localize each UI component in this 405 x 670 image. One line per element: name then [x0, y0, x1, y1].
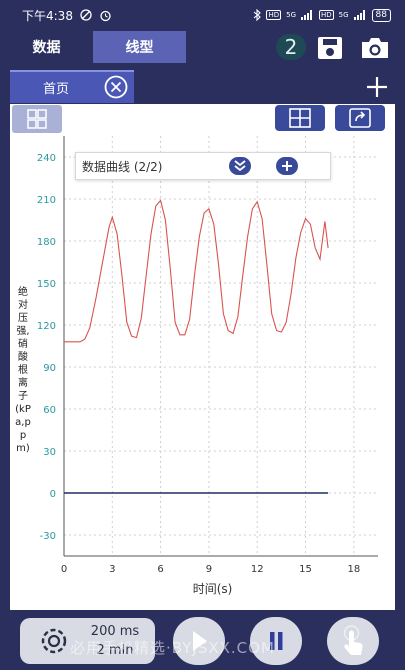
- grid-icon: [27, 109, 47, 129]
- y-tick-label: 30: [43, 447, 56, 458]
- tap-hand-icon: [343, 625, 363, 655]
- x-axis-label: 时间(s): [192, 582, 233, 596]
- y-axis-label: 绝对压强,硝酸根离子(kPa,ppm): [15, 287, 31, 454]
- bluetooth-icon: [254, 9, 262, 21]
- x-tick-label: 18: [347, 564, 360, 575]
- x-tick-label: 0: [61, 564, 67, 575]
- signal-icon: [301, 10, 312, 20]
- y-tick-label: 150: [37, 279, 56, 290]
- chart-panel: -30 0 30 60 90 120 150 180 210 240 0 3 6 9 12 15 18 绝对压强…: [10, 104, 395, 610]
- battery-indicator: 88: [371, 8, 391, 22]
- add-page-plus-icon[interactable]: [365, 75, 389, 99]
- export-icon: [349, 108, 371, 128]
- y-tick-label: 240: [37, 153, 56, 164]
- net-badge-1: HD: [266, 10, 282, 20]
- count-badge[interactable]: 2: [276, 34, 306, 60]
- layout-icon: [289, 108, 311, 128]
- x-tick-label: 3: [109, 564, 115, 575]
- close-circle-icon[interactable]: [104, 75, 128, 99]
- grid-view-button[interactable]: [12, 105, 62, 133]
- series-line-0: [64, 199, 329, 343]
- tab-line-style[interactable]: 线型: [93, 31, 186, 63]
- y-tick-label: 0: [50, 489, 56, 500]
- x-tick-label: 9: [206, 564, 212, 575]
- status-bar: 下午4:38 HD 5G HD 5G 88: [0, 0, 405, 30]
- alarm-icon: [100, 10, 111, 21]
- y-tick-label: 90: [43, 363, 56, 374]
- y-tick-label: -30: [40, 531, 56, 542]
- settings-gear-icon: [41, 628, 67, 654]
- y-tick-label: 60: [43, 405, 56, 416]
- tab-data[interactable]: 数据: [0, 31, 93, 63]
- curve-legend-dropdown[interactable]: 数据曲线 (2/2): [75, 152, 331, 180]
- bottom-controls: 200 ms 2 min 必用手机精选·BYJSXX.COM: [0, 612, 405, 670]
- status-time: 下午4:38: [22, 8, 73, 23]
- add-curve-plus-icon[interactable]: [276, 157, 298, 175]
- y-tick-label: 180: [37, 237, 56, 248]
- top-bar: 数据 线型 2: [0, 31, 405, 63]
- do-not-disturb-icon: [80, 9, 92, 21]
- y-tick-label: 210: [37, 195, 56, 206]
- signal-icon-2: [353, 10, 365, 20]
- x-tick-label: 12: [251, 564, 264, 575]
- export-button[interactable]: [335, 105, 385, 131]
- net-gen-2: 5G: [338, 11, 349, 19]
- page-tab-label: 首页: [43, 82, 70, 97]
- camera-icon[interactable]: [360, 36, 390, 60]
- x-tick-label: 15: [299, 564, 312, 575]
- legend-title: 数据曲线 (2/2): [82, 159, 163, 174]
- page-tab-row: 首页: [10, 70, 395, 103]
- layout-button[interactable]: [275, 105, 325, 131]
- x-tick-label: 6: [157, 564, 163, 575]
- save-icon[interactable]: [316, 36, 344, 60]
- manual-sample-button[interactable]: [327, 617, 379, 665]
- y-tick-label: 120: [37, 321, 56, 332]
- net-badge-2: HD: [319, 10, 334, 20]
- watermark: 必用手机精选·BYJSXX.COM: [70, 639, 275, 657]
- net-gen-1: 5G: [286, 11, 296, 19]
- double-chevron-down-icon[interactable]: [229, 157, 251, 175]
